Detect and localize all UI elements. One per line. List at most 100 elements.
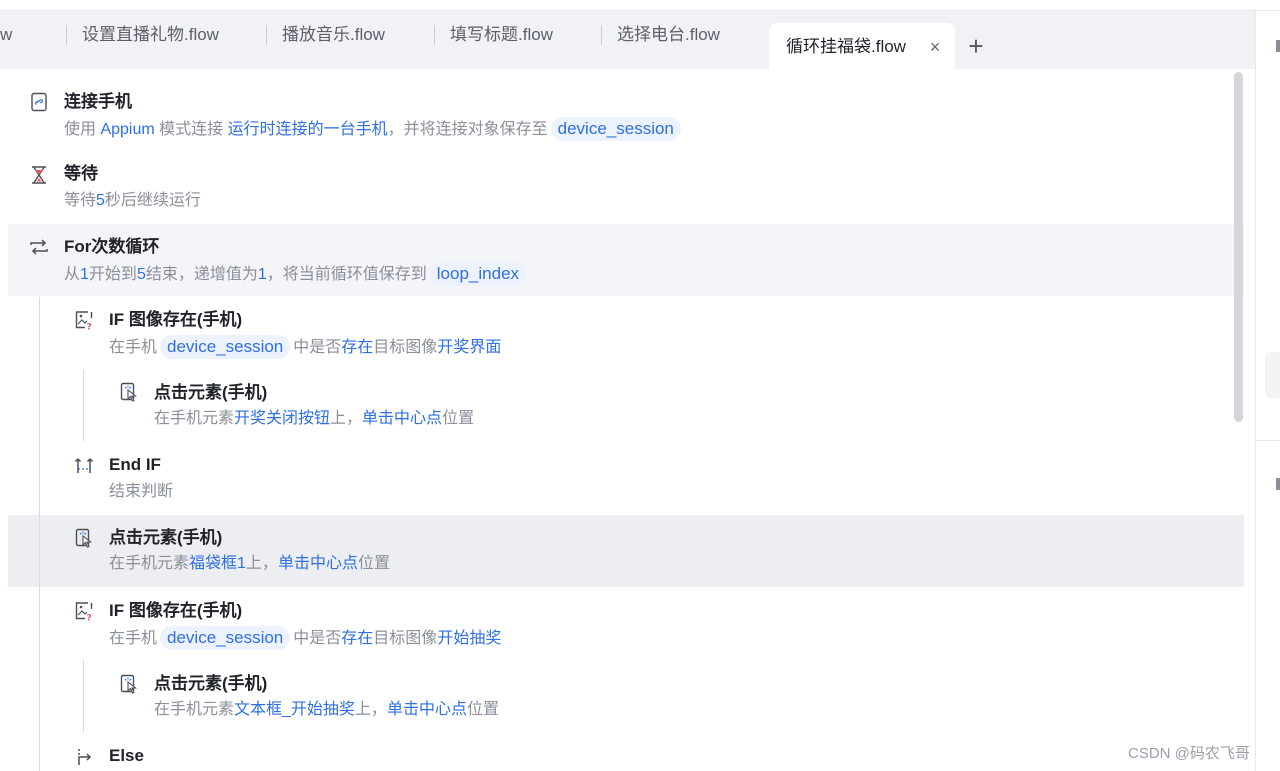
desc-text: 等待 — [64, 192, 97, 209]
click-element-icon — [119, 382, 139, 402]
right-panel-divider — [1256, 440, 1280, 441]
desc-highlight: 开奖关闭按钮 — [234, 410, 331, 427]
if-indent-guide — [83, 660, 84, 732]
step-title[interactable]: End IF — [109, 454, 161, 476]
variable-pill[interactable]: device_session — [160, 626, 291, 650]
variable-pill[interactable]: device_session — [550, 117, 681, 141]
step-title[interactable]: IF 图像存在(手机) — [109, 600, 242, 622]
desc-highlight: 开奖界面 — [437, 339, 502, 356]
step-title[interactable]: 点击元素(手机) — [154, 673, 267, 695]
desc-highlight: 存在 — [341, 339, 374, 356]
desc-text: 目标图像 — [373, 339, 438, 356]
tab-play-music[interactable]: 播放音乐.flow — [282, 23, 385, 47]
right-panel-item[interactable] — [1265, 352, 1280, 398]
desc-text: 位置 — [442, 410, 475, 427]
tab-separator — [434, 25, 435, 45]
if-indent-guide — [83, 370, 84, 441]
variable-pill[interactable]: loop_index — [429, 262, 527, 286]
desc-text: 上， — [245, 555, 278, 572]
desc-text: 从 — [64, 266, 81, 283]
desc-text: 中是否 — [293, 339, 342, 356]
loop-indent-guide — [39, 297, 40, 771]
desc-text: 在手机元素 — [109, 555, 190, 572]
step-title[interactable]: For次数循环 — [64, 236, 159, 258]
desc-text: ，将当前循环值保存到 — [266, 266, 427, 283]
desc-highlight: 存在 — [341, 630, 374, 647]
phone-link-icon — [29, 92, 49, 112]
desc-highlight: 开始抽奖 — [437, 630, 502, 647]
desc-text: 位置 — [466, 701, 499, 718]
image-question-icon: ? — [74, 601, 94, 624]
svg-text:?: ? — [87, 614, 92, 622]
desc-highlight: 福袋框1 — [189, 555, 246, 572]
step-description: 在手机元素福袋框1上，单击中心点位置 — [109, 553, 390, 575]
hourglass-icon — [29, 165, 49, 185]
desc-highlight: 单击中心点 — [386, 701, 467, 718]
desc-text: 中是否 — [293, 630, 342, 647]
desc-text: 目标图像 — [373, 630, 438, 647]
desc-highlight: Appium — [100, 121, 155, 138]
step-description: 在手机 device_session 中是否存在目标图像开奖界面 — [109, 335, 501, 359]
desc-highlight: 单击中心点 — [362, 410, 443, 427]
right-panel-glyph — [1276, 40, 1280, 52]
step-description: 等待5秒后继续运行 — [64, 190, 201, 212]
step-description: 在手机元素开奖关闭按钮上，单击中心点位置 — [154, 408, 474, 430]
image-question-icon: ? — [74, 310, 94, 333]
watermark: CSDN @码农飞哥 — [1128, 745, 1250, 762]
desc-highlight: 1 — [257, 266, 267, 283]
step-row-click-element-selected[interactable] — [8, 515, 1244, 587]
desc-text: 模式连接 — [154, 121, 228, 138]
tab-partial[interactable]: w — [0, 23, 12, 47]
step-title[interactable]: 点击元素(手机) — [154, 382, 267, 404]
desc-text: 在手机元素 — [154, 410, 235, 427]
step-description: 使用 Appium 模式连接 运行时连接的一台手机，并将连接对象保存至 devic… — [64, 117, 684, 141]
desc-text: 在手机元素 — [154, 701, 235, 718]
step-title[interactable]: 点击元素(手机) — [109, 527, 222, 549]
variable-pill[interactable]: device_session — [160, 335, 291, 359]
desc-text: 上， — [330, 410, 363, 427]
add-tab-icon[interactable]: + — [964, 33, 988, 59]
desc-text: 结束判断 — [109, 483, 174, 500]
step-description: 从1开始到5结束，递增值为1，将当前循环值保存到 loop_index — [64, 262, 529, 286]
tab-live-gift[interactable]: 设置直播礼物.flow — [82, 23, 219, 47]
desc-text: 在手机 — [109, 339, 158, 356]
tab-separator — [66, 25, 67, 45]
else-branch-icon — [74, 746, 94, 766]
click-element-icon — [119, 674, 139, 694]
desc-highlight: 5 — [96, 192, 105, 209]
desc-text: 在手机 — [109, 630, 158, 647]
step-description: 结束判断 — [109, 481, 173, 503]
loop-icon — [29, 237, 49, 257]
left-edge — [0, 69, 8, 771]
step-title[interactable]: 连接手机 — [64, 91, 132, 113]
desc-text: 秒后继续运行 — [104, 192, 201, 209]
desc-highlight: 5 — [136, 266, 146, 283]
close-icon[interactable]: × — [926, 36, 944, 58]
window-top-strip — [0, 0, 1280, 11]
svg-text:?: ? — [87, 323, 92, 331]
click-element-icon — [74, 528, 94, 548]
step-title[interactable]: IF 图像存在(手机) — [109, 309, 242, 331]
desc-text: 开始到 — [88, 266, 137, 283]
desc-highlight: 1 — [80, 266, 89, 283]
vertical-scrollbar[interactable] — [1234, 72, 1243, 422]
desc-text: 上， — [354, 701, 387, 718]
desc-highlight: 运行时连接的一台手机 — [227, 121, 388, 138]
desc-text: 结束，递增值为 — [145, 266, 258, 283]
desc-text: 位置 — [357, 555, 390, 572]
step-title[interactable]: Else — [109, 745, 144, 767]
right-panel-glyph — [1276, 478, 1280, 490]
tab-separator — [601, 25, 602, 45]
desc-highlight: 文本框_开始抽奖 — [234, 701, 355, 718]
end-if-icon — [74, 455, 94, 475]
step-description: 在手机元素文本框_开始抽奖上，单击中心点位置 — [154, 699, 499, 721]
step-title[interactable]: 等待 — [64, 163, 98, 185]
tab-fill-title[interactable]: 填写标题.flow — [450, 23, 553, 47]
desc-text: ，并将连接对象保存至 — [387, 121, 548, 138]
tab-separator — [266, 25, 267, 45]
step-description: 在手机 device_session 中是否存在目标图像开始抽奖 — [109, 626, 501, 650]
tab-select-station[interactable]: 选择电台.flow — [617, 23, 720, 47]
tab-active-label[interactable]: 循环挂福袋.flow — [786, 35, 906, 59]
desc-text: 使用 — [64, 121, 101, 138]
desc-highlight: 单击中心点 — [277, 555, 358, 572]
